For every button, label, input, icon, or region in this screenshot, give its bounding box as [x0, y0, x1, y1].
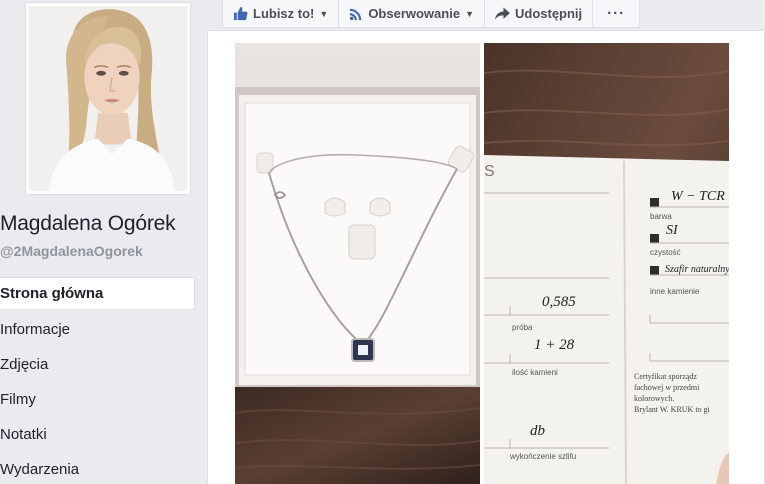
certificate-text-line-1: Certyfikat sporządz	[634, 372, 697, 381]
page-action-bar: Lubisz to! ▼ Obserwowanie ▼ Udostępnij ·…	[222, 0, 641, 28]
follow-button-label: Obserwowanie	[368, 6, 461, 21]
certificate-assay-label: próba	[512, 323, 533, 332]
nav-item-photos[interactable]: Zdjęcia	[0, 347, 195, 382]
post-photo-grid: S W − TCR barwa SI czystość Szafir natur…	[235, 43, 729, 484]
certificate-text-line-4: Brylant W. KRUK to gi	[634, 405, 711, 414]
share-arrow-icon	[494, 6, 510, 21]
certificate-image: S W − TCR barwa SI czystość Szafir natur…	[484, 43, 729, 484]
certificate-stones-label: inne kamienie	[650, 287, 700, 296]
nav-item-events[interactable]: Wydarzenia	[0, 452, 195, 484]
profile-picture-frame[interactable]	[25, 2, 191, 195]
certificate-text-line-2: fachowej w przedmi	[634, 383, 700, 392]
like-page-button[interactable]: Lubisz to! ▼	[223, 0, 340, 27]
certificate-count-value: 1 + 28	[534, 337, 575, 353]
chevron-down-icon: ▼	[319, 8, 329, 19]
certificate-finish-label: wykończenie szlifu	[509, 452, 576, 461]
certificate-clarity-label: czystość	[650, 248, 681, 257]
nav-item-home[interactable]: Strona główna	[0, 277, 195, 310]
profile-picture[interactable]	[29, 6, 187, 191]
certificate-stones-value: Szafir naturalny	[665, 264, 729, 275]
certificate-finish-value: db	[530, 423, 546, 439]
page-title[interactable]: Magdalena Ogórek	[0, 212, 205, 236]
page-username[interactable]: @2MagdalenaOgorek	[0, 243, 143, 259]
thumbs-up-icon	[233, 6, 248, 21]
follow-page-button[interactable]: Obserwowanie ▼	[339, 0, 485, 27]
certificate-text-line-3: kolorowych.	[634, 394, 674, 403]
page-navigation: Strona główna Informacje Zdjęcia Filmy N…	[0, 277, 195, 484]
more-options-button[interactable]: ···	[593, 0, 639, 27]
page-sidebar: Magdalena Ogórek @2MagdalenaOgorek Stron…	[0, 0, 205, 484]
nav-item-notes[interactable]: Notatki	[0, 417, 195, 452]
chevron-down-icon: ▼	[465, 8, 474, 19]
share-button-label: Udostępnij	[514, 6, 583, 21]
certificate-s-letter: S	[484, 163, 495, 180]
nav-item-videos[interactable]: Filmy	[0, 382, 195, 417]
like-button-label: Lubisz to!	[253, 6, 315, 21]
share-page-button[interactable]: Udostępnij	[485, 0, 594, 27]
certificate-count-label: ilość kamieni	[512, 368, 558, 377]
post-photo-certificate[interactable]: S W − TCR barwa SI czystość Szafir natur…	[484, 43, 729, 484]
certificate-color-label: barwa	[650, 212, 672, 221]
nav-item-about[interactable]: Informacje	[0, 312, 195, 347]
certificate-clarity-value: SI	[666, 223, 679, 238]
post-photo-necklace[interactable]	[235, 43, 480, 484]
rss-feed-icon	[349, 7, 363, 21]
necklace-box-image	[235, 43, 480, 484]
certificate-assay-value: 0,585	[542, 294, 576, 310]
profile-portrait-image	[29, 6, 187, 191]
certificate-color-value: W − TCR	[671, 189, 725, 204]
